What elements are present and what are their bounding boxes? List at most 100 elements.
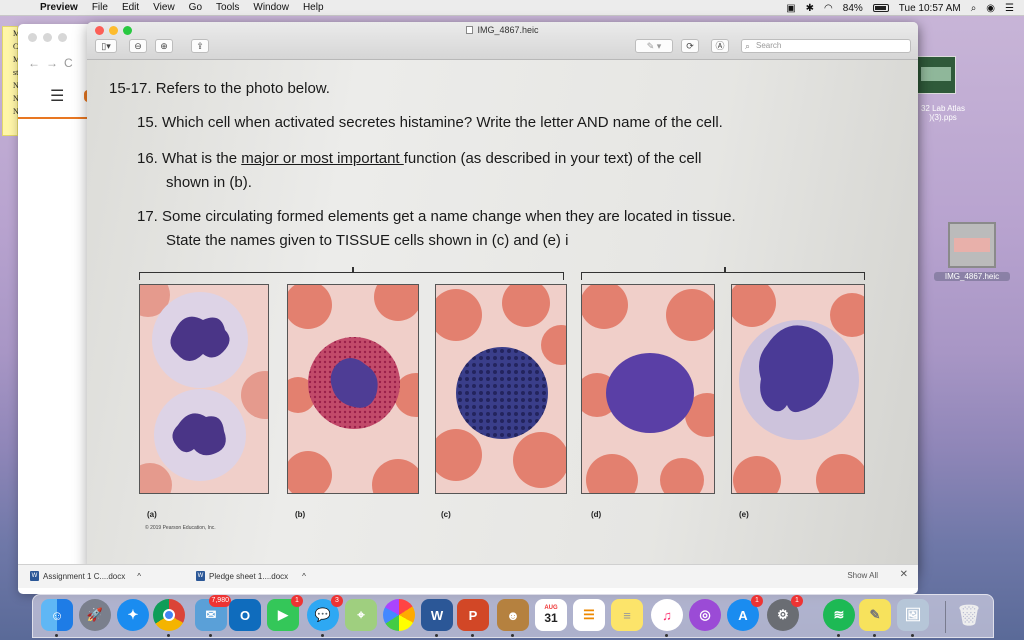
- sticky-line: M: [13, 55, 21, 64]
- q16-underlined: major or most important: [241, 150, 404, 167]
- chevron-up-icon[interactable]: ^: [302, 572, 306, 581]
- word-doc-icon: W: [30, 571, 39, 581]
- running-indicator: [209, 634, 212, 637]
- show-all-button[interactable]: Show All: [847, 571, 878, 580]
- download-item-assignment[interactable]: W Assignment 1 C....docx ^: [30, 571, 141, 581]
- download-filename: Assignment 1 C....docx: [43, 571, 126, 581]
- search-icon: ⌕: [745, 41, 751, 51]
- zoom-out-button[interactable]: ⊖: [129, 39, 147, 53]
- photos-icon[interactable]: [383, 599, 415, 631]
- spotlight-icon[interactable]: ⌕: [971, 3, 977, 14]
- bracket-agranulocytes: [581, 267, 865, 280]
- outlook-icon[interactable]: O: [229, 599, 261, 631]
- safari-icon[interactable]: ✦: [117, 599, 149, 631]
- window-title: IMG_4867.heic: [87, 25, 918, 35]
- app-store-icon[interactable]: A1: [727, 595, 763, 631]
- image-canvas[interactable]: 15-17. Refers to the photo below. 15. Wh…: [87, 60, 918, 572]
- clock[interactable]: Tue 10:57 AM: [899, 3, 961, 14]
- share-button[interactable]: ⇪: [191, 39, 209, 53]
- running-indicator: [55, 634, 58, 637]
- running-indicator: [873, 634, 876, 637]
- trash-icon[interactable]: 🗑: [953, 599, 985, 631]
- sticky-note[interactable]: M C M st N N N: [2, 26, 21, 136]
- contacts-app-icon[interactable]: ✉ 7,980: [195, 595, 231, 631]
- menu-window[interactable]: Window: [253, 2, 289, 13]
- sticky-line: M: [13, 29, 21, 38]
- download-item-pledge[interactable]: W Pledge sheet 1....docx ^: [196, 571, 306, 581]
- display-icon[interactable]: ▣: [786, 3, 795, 14]
- reminders-icon[interactable]: ☰: [573, 599, 605, 631]
- menu-go[interactable]: Go: [189, 2, 202, 13]
- sticky-line: st: [13, 68, 19, 77]
- sticky-line: N: [13, 107, 19, 116]
- maps-icon[interactable]: ⌖: [345, 599, 377, 631]
- preview-window[interactable]: IMG_4867.heic ▯▾ ⊖ ⊕ ⇪ ✎ ▾ ⟳ Ⓐ ⌕ Search …: [87, 22, 918, 572]
- powerpoint-icon[interactable]: P: [457, 599, 489, 631]
- user-icon[interactable]: ◉: [986, 3, 995, 14]
- spotify-icon[interactable]: ≋: [823, 599, 855, 631]
- window-controls: [28, 33, 67, 42]
- badge: 3: [331, 595, 343, 607]
- bluetooth-icon[interactable]: ✱: [806, 3, 814, 14]
- chrome-icon[interactable]: [153, 599, 185, 631]
- sticky-line: N: [13, 81, 19, 90]
- messages-icon[interactable]: 💬 3: [307, 595, 343, 631]
- battery-percent[interactable]: 84%: [843, 3, 863, 14]
- running-indicator: [167, 634, 170, 637]
- notes-icon[interactable]: ≡: [611, 599, 643, 631]
- menu-file[interactable]: File: [92, 2, 108, 13]
- nav-arrows[interactable]: ←→C: [28, 56, 79, 70]
- badge: 7,980: [209, 595, 231, 607]
- word-icon[interactable]: W: [421, 599, 453, 631]
- desktop-file-label-pps[interactable]: 32 Lab Atlas )(3).pps: [908, 104, 978, 122]
- battery-icon[interactable]: [872, 4, 889, 12]
- running-indicator: [471, 634, 474, 637]
- label-d: (d): [591, 510, 602, 519]
- finder-icon[interactable]: ☺: [41, 599, 73, 631]
- file-icon: [466, 26, 474, 34]
- menu-help[interactable]: Help: [303, 2, 324, 13]
- desktop-label-line: 32 Lab Atlas: [920, 104, 966, 113]
- desktop-file-label-heic[interactable]: IMG_4867.heic: [934, 272, 1010, 281]
- sidebar-toggle-button[interactable]: ▯▾: [95, 39, 117, 53]
- bracket-granulocytes: [139, 267, 564, 280]
- podcasts-icon[interactable]: ◎: [689, 599, 721, 631]
- copyright-text: © 2019 Pearson Education, Inc.: [145, 525, 216, 531]
- menu-bar: Preview File Edit View Go Tools Window H…: [0, 0, 1024, 16]
- desktop-file-thumbnail-pps[interactable]: [916, 56, 956, 94]
- menu-view[interactable]: View: [153, 2, 175, 13]
- window-title-text: IMG_4867.heic: [477, 25, 539, 35]
- menu-edit[interactable]: Edit: [122, 2, 139, 13]
- zoom-in-button[interactable]: ⊕: [155, 39, 173, 53]
- preview-icon[interactable]: 🖼: [897, 599, 929, 631]
- menu-app-name[interactable]: Preview: [40, 2, 78, 13]
- badge: 1: [291, 595, 303, 607]
- facetime-icon[interactable]: ▶ 1: [267, 595, 303, 631]
- label-b: (b): [295, 510, 306, 519]
- dock: ☺ 🚀 ✦ ✉ 7,980 O ▶ 1 💬 3 ⌖ W P ☻ AUG 31 ☰ ≡ …: [32, 594, 994, 638]
- markup-toolbar-button[interactable]: Ⓐ: [711, 39, 729, 53]
- close-icon[interactable]: ✕: [900, 569, 908, 580]
- notebook-icon[interactable]: ☻: [497, 599, 529, 631]
- music-icon[interactable]: ♫: [651, 599, 683, 631]
- cell-image-d: [581, 284, 715, 494]
- menu-tools[interactable]: Tools: [216, 2, 239, 13]
- downloads-bar: W Assignment 1 C....docx ^ W Pledge shee…: [18, 564, 918, 588]
- desktop-file-thumbnail-heic[interactable]: [948, 222, 996, 268]
- system-preferences-icon[interactable]: ⚙ 1: [767, 595, 803, 631]
- stickies-icon[interactable]: ✎: [859, 599, 891, 631]
- markup-pen-button[interactable]: ✎ ▾: [635, 39, 673, 53]
- wifi-icon[interactable]: ◠: [824, 3, 833, 14]
- badge: 1: [791, 595, 803, 607]
- question-15: 15. Which cell when activated secretes h…: [137, 114, 723, 131]
- q16-text-b: function (as described in your text) of …: [403, 150, 702, 167]
- cell-image-e: [731, 284, 865, 494]
- notification-center-icon[interactable]: ☰: [1005, 3, 1014, 14]
- hamburger-menu-icon[interactable]: ☰: [50, 86, 64, 106]
- launchpad-icon[interactable]: 🚀: [79, 599, 111, 631]
- search-field[interactable]: ⌕ Search: [741, 39, 911, 53]
- rotate-button[interactable]: ⟳: [681, 39, 699, 53]
- question-17: 17. Some circulating formed elements get…: [137, 208, 736, 225]
- calendar-icon[interactable]: AUG 31: [535, 599, 567, 631]
- chevron-up-icon[interactable]: ^: [137, 572, 141, 581]
